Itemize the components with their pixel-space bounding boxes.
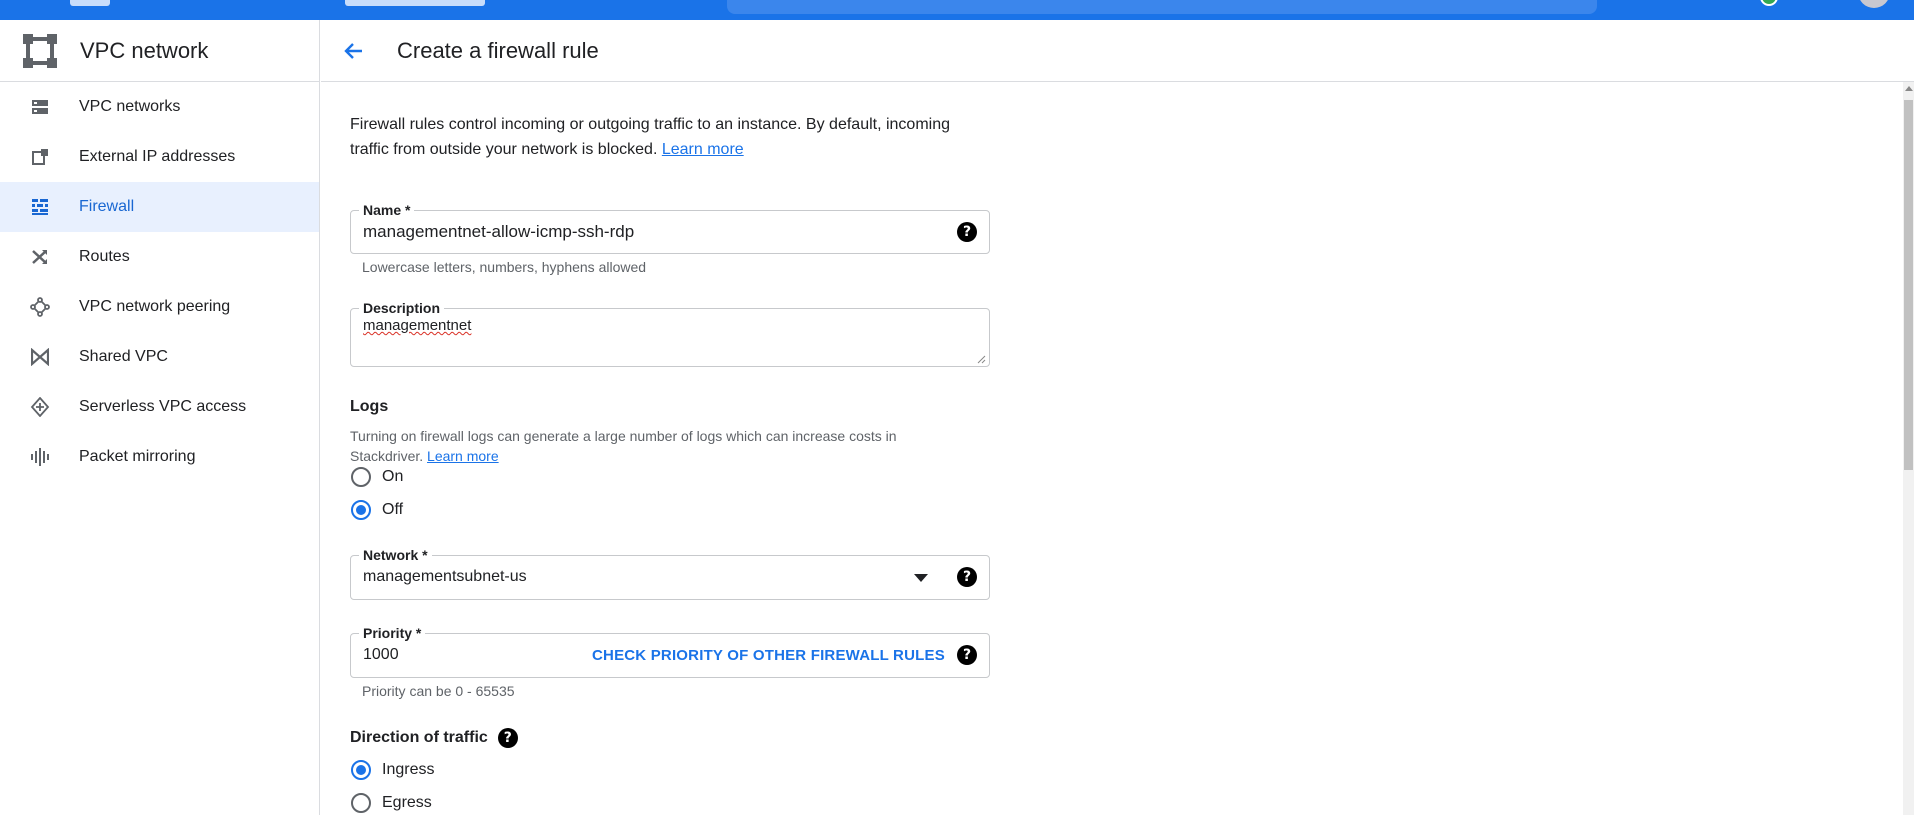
back-button[interactable] (339, 36, 369, 66)
sidebar-item-firewall[interactable]: Firewall (0, 182, 319, 232)
dropdown-arrow-icon (914, 574, 928, 582)
radio-label: Ingress (382, 760, 435, 778)
sidebar-item-routes[interactable]: Routes (0, 232, 319, 282)
radio-label: Egress (382, 793, 432, 811)
help-icon[interactable]: ? (957, 567, 977, 587)
scrollbar-thumb[interactable] (1904, 100, 1913, 470)
help-icon[interactable]: ? (497, 728, 518, 748)
resize-handle-icon[interactable] (977, 355, 986, 364)
priority-label: Priority * (359, 624, 426, 642)
network-value: managementsubnet-us (363, 568, 527, 585)
page-title: Create a firewall rule (397, 37, 599, 63)
vpc-networks-icon (29, 96, 51, 118)
description-label: Description (359, 299, 445, 317)
arrow-back-icon (344, 42, 362, 59)
product-title: VPC network (80, 37, 209, 63)
radio-unchecked-icon (351, 792, 371, 813)
radio-checked-icon (351, 499, 371, 520)
peering-icon (29, 296, 51, 318)
main-content: Create a firewall rule Firewall rules co… (321, 20, 1914, 815)
status-icon[interactable] (1760, 0, 1778, 6)
page-header: Create a firewall rule (321, 20, 1914, 82)
sidebar-item-shared-vpc[interactable]: Shared VPC (0, 332, 319, 382)
logs-learn-more-link[interactable]: Learn more (427, 448, 499, 464)
intro-text: Firewall rules control incoming or outgo… (350, 112, 990, 162)
help-icon[interactable]: ? (957, 645, 977, 665)
avatar[interactable] (1858, 0, 1890, 8)
egress-radio[interactable]: Egress (350, 786, 432, 819)
priority-input[interactable]: 1000 (363, 646, 399, 664)
name-label: Name * (359, 201, 415, 219)
logs-on-radio[interactable]: On (350, 460, 403, 493)
logs-title: Logs (350, 398, 389, 415)
sidebar: VPC network VPC networks External IP add… (0, 20, 320, 815)
logs-off-radio[interactable]: Off (350, 493, 403, 526)
topbar-text-fragment (70, 0, 110, 6)
project-selector[interactable] (345, 0, 485, 6)
learn-more-link[interactable]: Learn more (662, 141, 744, 158)
sidebar-item-label: Routes (79, 248, 130, 265)
intro-description: Firewall rules control incoming or outgo… (350, 116, 951, 158)
sidebar-item-packet-mirroring[interactable]: Packet mirroring (0, 432, 319, 482)
packet-mirroring-icon (29, 446, 51, 468)
shared-vpc-icon (29, 346, 51, 368)
sidebar-item-vpc-networks[interactable]: VPC networks (0, 82, 319, 132)
sidebar-header: VPC network (0, 20, 319, 82)
sidebar-item-label: Serverless VPC access (79, 398, 247, 415)
scrollbar[interactable] (1903, 82, 1914, 815)
description-input[interactable]: managementnet (363, 317, 471, 334)
direction-title: Direction of traffic (350, 729, 488, 746)
check-priority-button[interactable]: CHECK PRIORITY OF OTHER FIREWALL RULES (592, 647, 945, 664)
sidebar-item-serverless[interactable]: Serverless VPC access (0, 382, 319, 432)
scroll-up-icon[interactable] (1905, 86, 1913, 91)
sidebar-item-label: External IP addresses (79, 148, 236, 165)
ingress-radio[interactable]: Ingress (350, 753, 434, 786)
name-input[interactable]: managementnet-allow-icmp-ssh-rdp (363, 222, 634, 242)
radio-unchecked-icon (351, 466, 371, 487)
name-hint: Lowercase letters, numbers, hyphens allo… (362, 259, 647, 275)
sidebar-item-label: VPC network peering (79, 298, 231, 315)
radio-checked-icon (351, 759, 371, 780)
serverless-icon (29, 396, 51, 418)
network-select[interactable]: Network * managementsubnet-us ? (350, 546, 990, 600)
sidebar-nav: VPC networks External IP addresses Firew… (0, 82, 319, 482)
top-app-bar (0, 0, 1914, 20)
firewall-icon (29, 196, 51, 218)
search-bar[interactable] (727, 0, 1597, 14)
sidebar-item-label: Shared VPC (79, 348, 168, 365)
network-label: Network * (359, 546, 432, 564)
name-field[interactable]: Name * managementnet-allow-icmp-ssh-rdp … (350, 201, 990, 254)
priority-field[interactable]: Priority * 1000 CHECK PRIORITY OF OTHER … (350, 624, 990, 678)
sidebar-item-external-ip[interactable]: External IP addresses (0, 132, 319, 182)
logs-description: Turning on firewall logs can generate a … (350, 426, 970, 466)
priority-hint: Priority can be 0 - 65535 (362, 683, 515, 699)
radio-label: Off (382, 500, 404, 518)
sidebar-item-label: Firewall (79, 198, 135, 215)
sidebar-item-peering[interactable]: VPC network peering (0, 282, 319, 332)
routes-icon (29, 246, 51, 268)
sidebar-item-label: Packet mirroring (79, 448, 196, 465)
direction-header: Direction of traffic ? (350, 728, 518, 748)
vpc-network-icon (23, 33, 57, 68)
radio-label: On (382, 467, 404, 485)
help-icon[interactable]: ? (957, 222, 977, 242)
external-ip-icon (29, 146, 51, 168)
description-field[interactable]: Description managementnet (350, 299, 990, 367)
sidebar-item-label: VPC networks (79, 98, 181, 115)
